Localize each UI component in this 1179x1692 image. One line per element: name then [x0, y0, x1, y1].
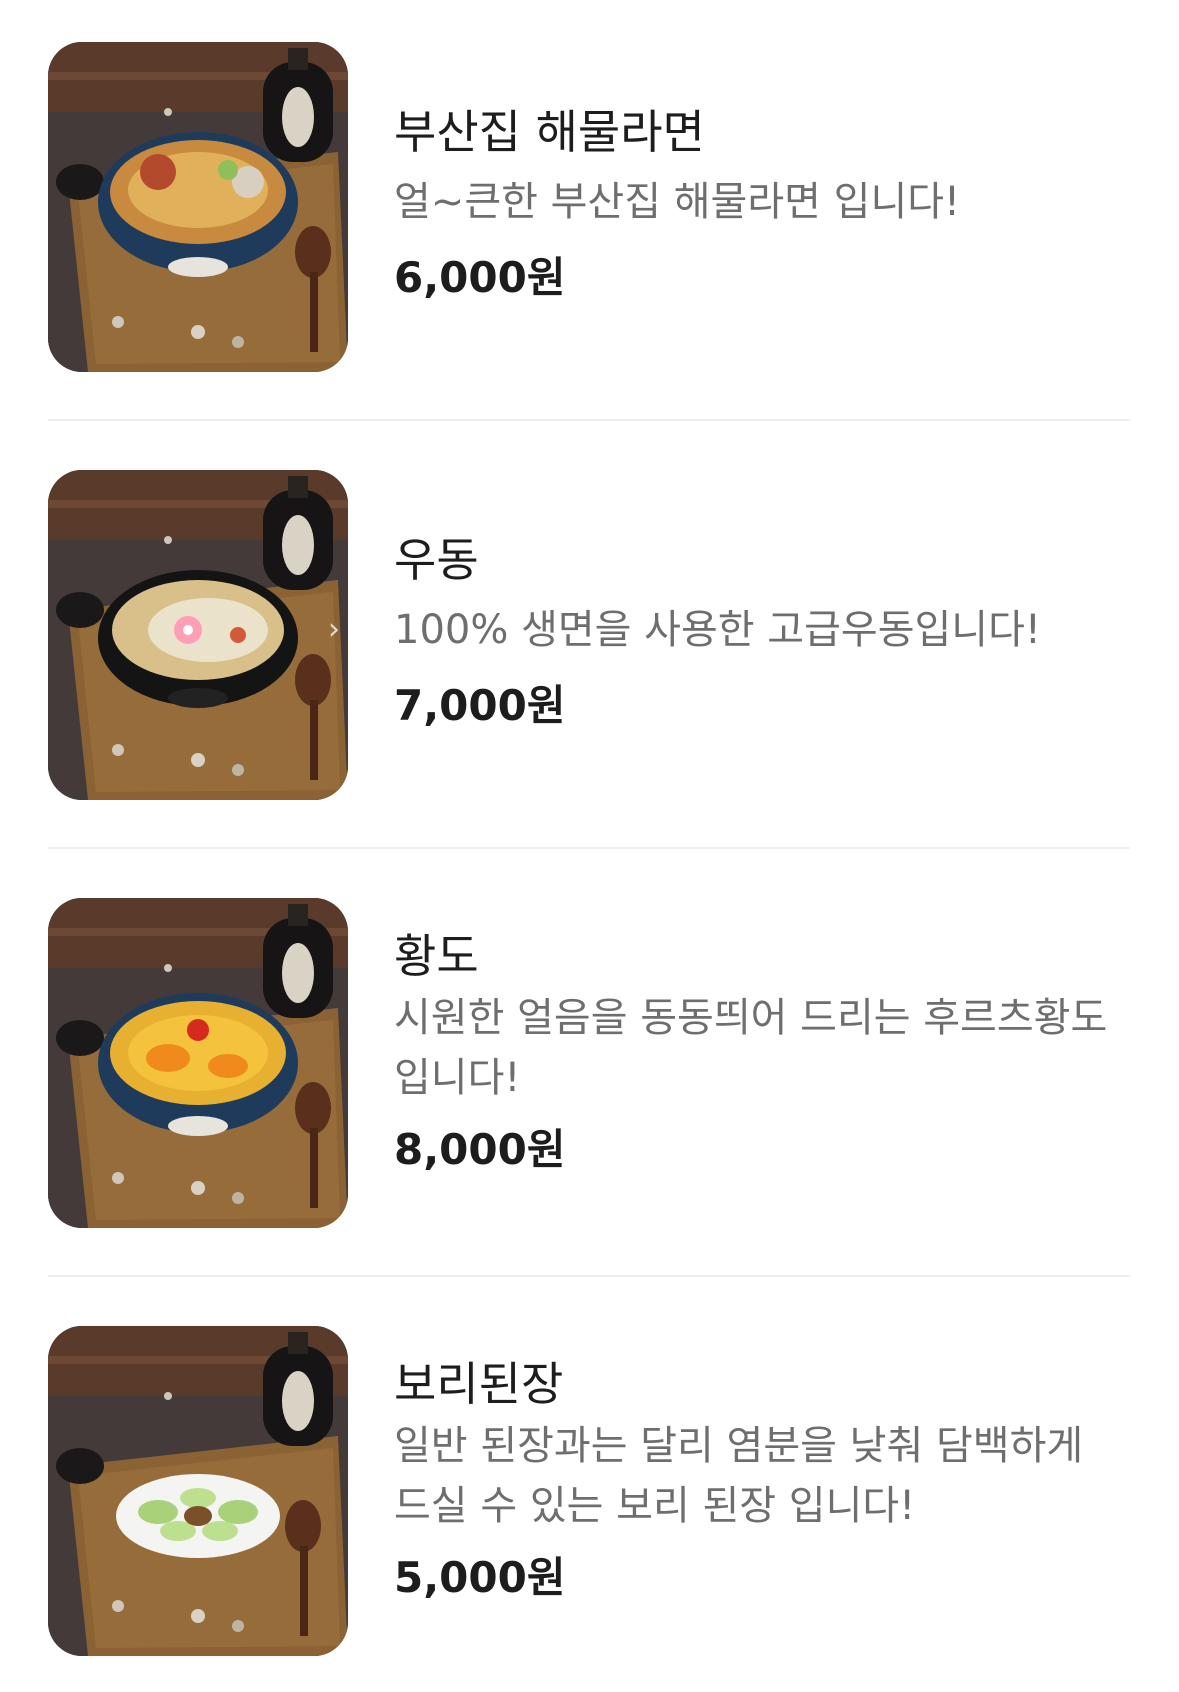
udon-photo: [48, 470, 348, 800]
menu-item-name: 보리된장: [394, 1357, 564, 1411]
menu-item-photo: [48, 470, 348, 800]
menu-item-photo: [48, 1326, 348, 1656]
chevron-right-icon: ›: [328, 612, 340, 647]
menu-item-price: 7,000원: [394, 681, 566, 730]
menu-item-name: 우동: [394, 533, 479, 587]
menu-list: 부산집 해물라면 얼~큰한 부산집 해물라면 입니다! 6,000원 › 우동 …: [0, 0, 1179, 1692]
menu-item-info: 우동 100% 생면을 사용한 고급우동입니다! 7,000원: [394, 470, 1130, 800]
divider: [48, 1275, 1130, 1277]
menu-item-name: 황도: [394, 929, 479, 983]
menu-item-name: 부산집 해물라면: [394, 105, 705, 159]
menu-item-seafood-ramen[interactable]: 부산집 해물라면 얼~큰한 부산집 해물라면 입니다! 6,000원: [48, 42, 1130, 372]
menu-item-barley-doenjang[interactable]: 보리된장 일반 된장과는 달리 염분을 낮춰 담백하게 드실 수 있는 보리 된…: [48, 1326, 1130, 1656]
menu-item-price: 5,000원: [394, 1553, 566, 1602]
menu-item-info: 부산집 해물라면 얼~큰한 부산집 해물라면 입니다! 6,000원: [394, 42, 1130, 372]
menu-item-price: 6,000원: [394, 253, 566, 302]
menu-item-info: 황도 시원한 얼음을 동동띄어 드리는 후르츠황도 입니다! 8,000원: [394, 898, 1130, 1228]
menu-item-price: 8,000원: [394, 1125, 566, 1174]
divider: [48, 419, 1130, 421]
menu-item-peach[interactable]: 황도 시원한 얼음을 동동띄어 드리는 후르츠황도 입니다! 8,000원: [48, 898, 1130, 1228]
menu-item-description: 일반 된장과는 달리 염분을 낮춰 담백하게 드실 수 있는 보리 된장 입니다…: [394, 1423, 1084, 1529]
menu-item-description: 100% 생면을 사용한 고급우동입니다!: [394, 607, 1041, 653]
menu-item-photo: [48, 42, 348, 372]
divider: [48, 847, 1130, 849]
menu-item-info: 보리된장 일반 된장과는 달리 염분을 낮춰 담백하게 드실 수 있는 보리 된…: [394, 1326, 1130, 1656]
menu-item-photo: [48, 898, 348, 1228]
menu-item-udon[interactable]: › 우동 100% 생면을 사용한 고급우동입니다! 7,000원: [48, 470, 1130, 800]
menu-item-description: 얼~큰한 부산집 해물라면 입니다!: [394, 179, 961, 225]
seafood-ramen-photo: [48, 42, 348, 372]
peach-photo: [48, 898, 348, 1228]
barley-doenjang-photo: [48, 1326, 348, 1656]
menu-item-description: 시원한 얼음을 동동띄어 드리는 후르츠황도 입니다!: [394, 995, 1108, 1101]
